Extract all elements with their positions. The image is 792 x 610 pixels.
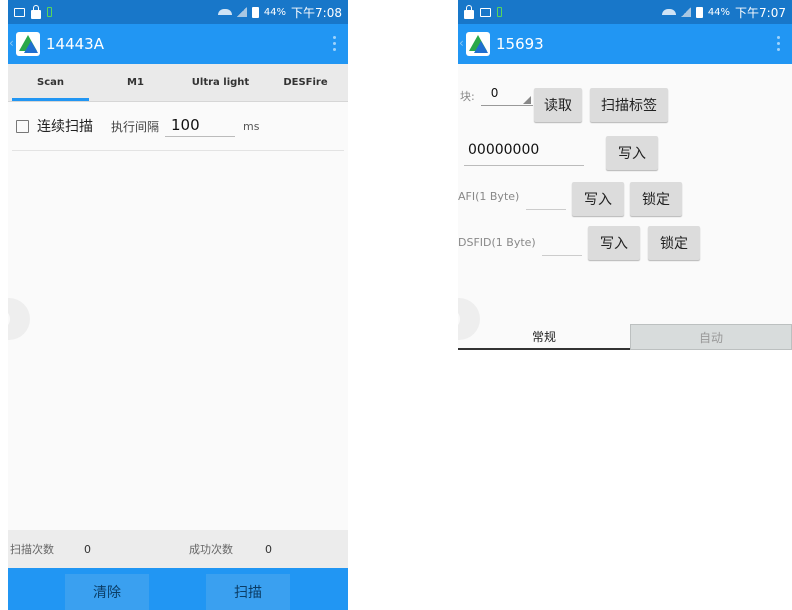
scan-tag-button[interactable]: 扫描标签 xyxy=(590,88,668,122)
block-label: 块: xyxy=(460,90,475,103)
wifi-icon xyxy=(217,9,232,15)
back-chevron-icon[interactable]: ‹ xyxy=(9,37,15,49)
read-button[interactable]: 读取 xyxy=(534,88,582,122)
back-chevron-icon[interactable]: ‹ xyxy=(459,37,465,49)
success-count-label: 成功次数 xyxy=(189,543,233,556)
scan-count-value: 0 xyxy=(84,542,91,556)
clear-button[interactable]: 清除 xyxy=(65,574,149,610)
write-button[interactable]: 写入 xyxy=(606,136,658,170)
afi-row: AFI(1 Byte) xyxy=(458,190,519,203)
interval-input[interactable]: 100 xyxy=(165,116,236,137)
right-phone-screen: 44% 下午7:07 ‹ 15693 块: 0 读取 扫描标签 00000000… xyxy=(458,0,792,350)
battery-percent: 44% xyxy=(263,6,287,18)
battery-icon xyxy=(251,6,259,18)
lock-icon xyxy=(464,4,474,19)
success-count-value: 0 xyxy=(265,542,272,556)
wifi-icon xyxy=(661,9,676,15)
continuous-scan-label: 连续扫描 xyxy=(37,119,93,135)
interval-unit: ms xyxy=(243,119,260,133)
tab-regular[interactable]: 常规 xyxy=(458,324,630,350)
afi-write-button[interactable]: 写入 xyxy=(572,182,624,216)
battery-icon xyxy=(695,6,703,18)
image-notification-icon xyxy=(480,7,491,17)
signal-icon xyxy=(680,7,691,17)
afi-lock-button[interactable]: 锁定 xyxy=(630,182,682,216)
app-bar: ‹ 15693 xyxy=(458,24,792,64)
tab-scan[interactable]: Scan xyxy=(8,64,93,101)
app-title: 14443A xyxy=(46,35,104,53)
app-title: 15693 xyxy=(496,35,544,53)
counts-bar: 扫描次数 0 成功次数 0 xyxy=(8,530,348,568)
clock: 下午7:08 xyxy=(291,5,342,20)
block-row: 块: 0 xyxy=(460,86,533,106)
image-notification-icon xyxy=(14,7,25,17)
dsfid-row: DSFID(1 Byte) xyxy=(458,236,536,249)
divider xyxy=(12,150,344,151)
tab-m1[interactable]: M1 xyxy=(93,64,178,101)
block-spinner[interactable]: 0 xyxy=(480,86,533,106)
battery-notification-icon xyxy=(497,7,502,17)
scan-button[interactable]: 扫描 xyxy=(206,574,290,610)
overflow-menu-icon[interactable] xyxy=(777,36,780,51)
app-logo-icon[interactable] xyxy=(466,32,490,56)
app-bar: ‹ 14443A xyxy=(8,24,348,64)
battery-percent: 44% xyxy=(707,6,731,18)
dsfid-lock-button[interactable]: 锁定 xyxy=(648,226,700,260)
dsfid-write-button[interactable]: 写入 xyxy=(588,226,640,260)
bottom-action-bar: 清除 扫描 xyxy=(8,568,348,610)
data-input[interactable]: 00000000 xyxy=(464,142,584,166)
afi-label: AFI(1 Byte) xyxy=(458,190,520,203)
mode-tabs: 常规 自动 xyxy=(458,324,792,350)
overflow-menu-icon[interactable] xyxy=(333,36,336,51)
clock: 下午7:07 xyxy=(735,5,786,20)
signal-icon xyxy=(236,7,247,17)
status-bar: 44% 下午7:08 xyxy=(8,0,348,24)
tab-auto[interactable]: 自动 xyxy=(630,324,792,350)
dsfid-input[interactable] xyxy=(542,234,582,256)
floating-handle[interactable] xyxy=(8,298,30,340)
continuous-scan-checkbox[interactable] xyxy=(16,119,29,133)
lock-icon xyxy=(31,4,41,19)
status-bar: 44% 下午7:07 xyxy=(458,0,792,24)
app-logo-icon[interactable] xyxy=(16,32,40,56)
interval-label: 执行间隔 xyxy=(111,119,160,134)
dsfid-label: DSFID(1 Byte) xyxy=(458,236,536,249)
battery-notification-icon xyxy=(47,7,52,17)
tab-bar: Scan M1 Ultra light DESFire xyxy=(8,64,348,102)
afi-input[interactable] xyxy=(526,188,566,210)
continuous-scan-row: 连续扫描 执行间隔 100 ms xyxy=(8,102,348,150)
tab-ultra-light[interactable]: Ultra light xyxy=(178,64,263,101)
tab-desfire[interactable]: DESFire xyxy=(263,64,348,101)
left-phone-screen: 44% 下午7:08 ‹ 14443A Scan M1 Ultra light … xyxy=(8,0,348,610)
scan-count-label: 扫描次数 xyxy=(10,543,54,556)
